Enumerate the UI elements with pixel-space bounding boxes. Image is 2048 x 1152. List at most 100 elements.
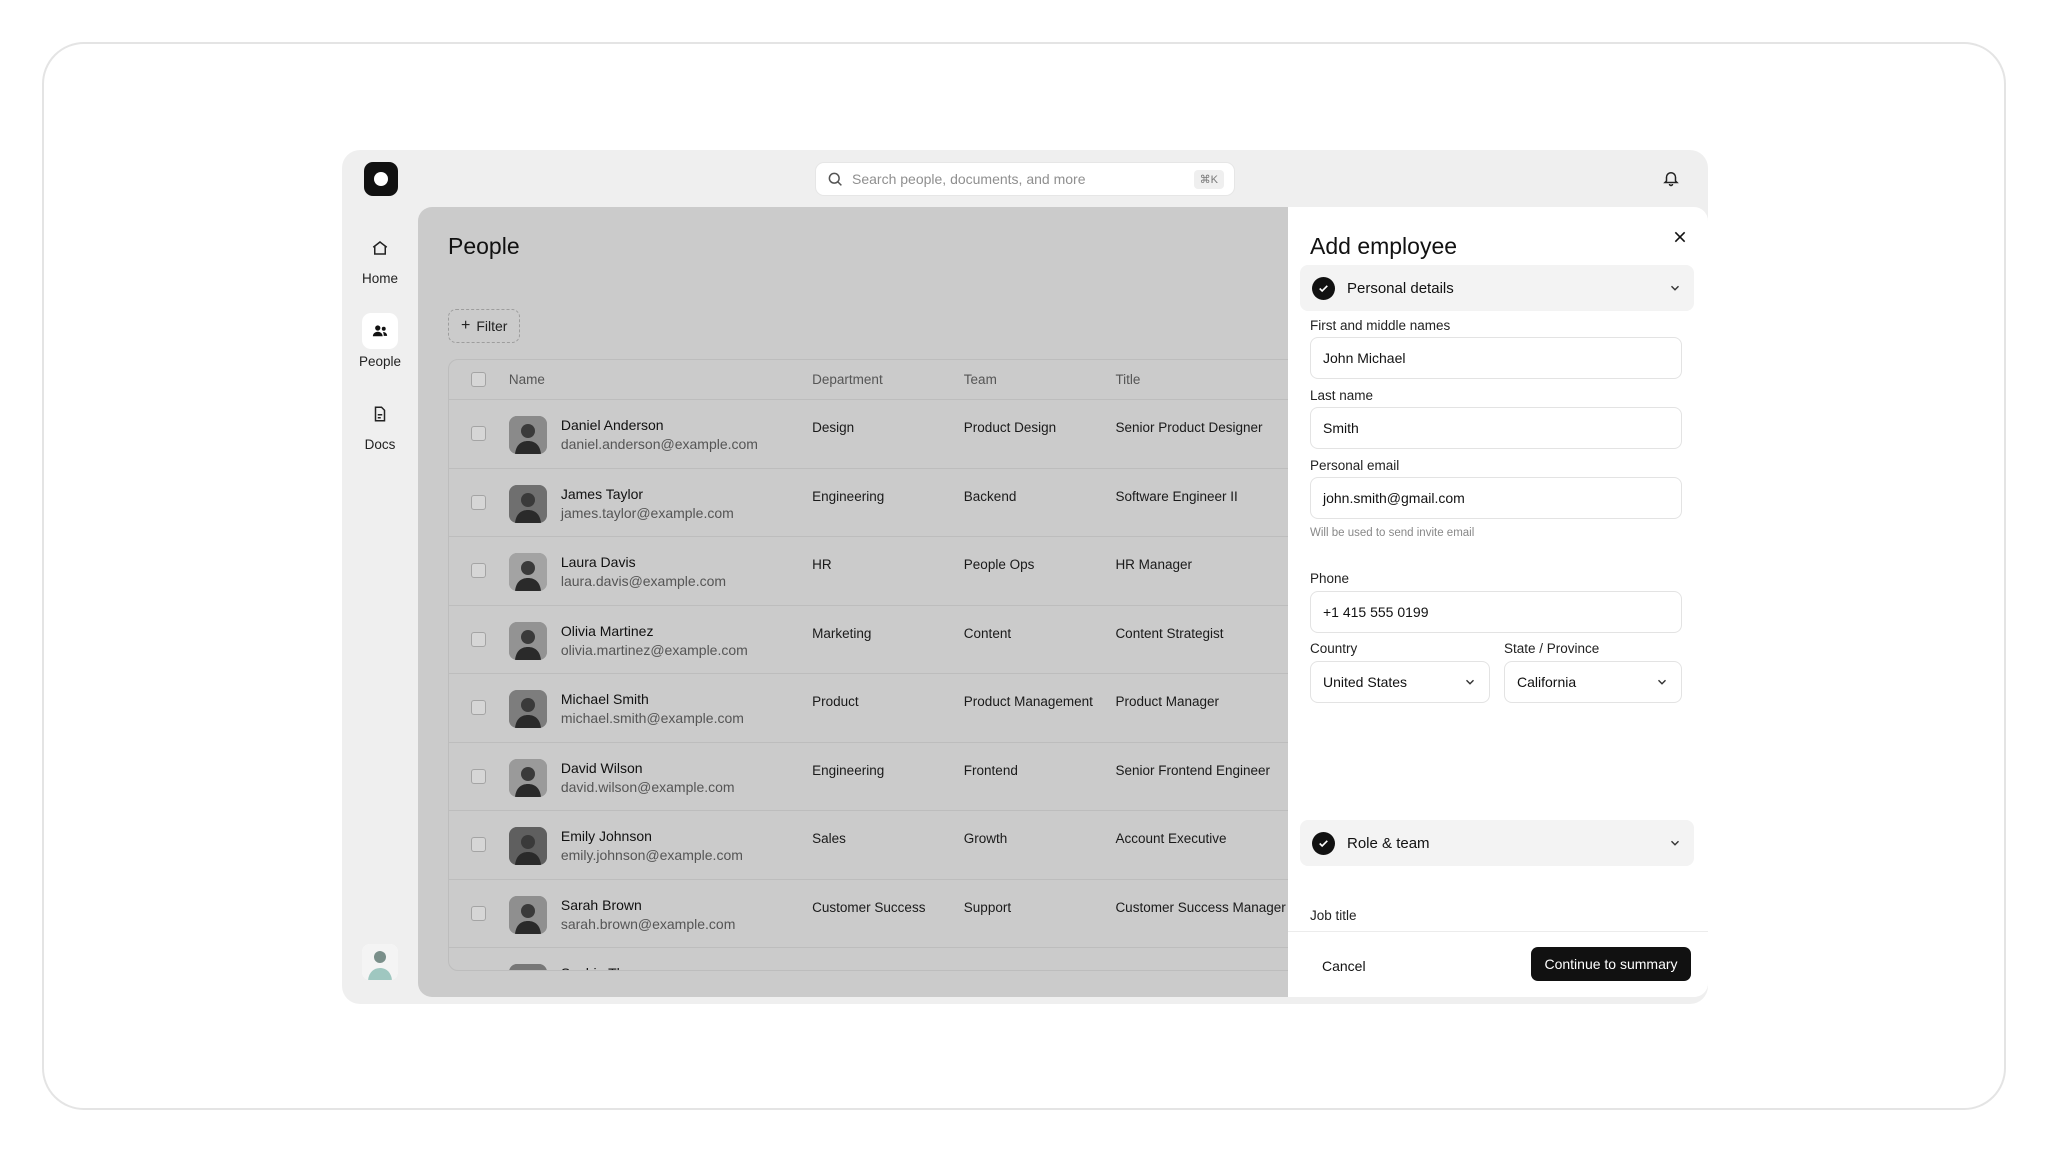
person-title: Customer Success Manager bbox=[1115, 899, 1286, 915]
person-name[interactable]: Sophia Thomas bbox=[561, 964, 659, 970]
search-shortcut-badge: ⌘K bbox=[1193, 169, 1224, 189]
country-select[interactable]: United States bbox=[1310, 661, 1490, 703]
chevron-down-icon bbox=[1671, 840, 1679, 846]
rail-item-people[interactable]: People bbox=[342, 313, 418, 369]
person-avatar bbox=[508, 895, 547, 934]
person-title: Senior Frontend Engineer bbox=[1115, 762, 1271, 778]
filter-label: Filter bbox=[476, 318, 508, 334]
table-row[interactable]: Michael Smith michael.smith@example.com Pr… bbox=[449, 674, 1288, 743]
row-checkbox[interactable] bbox=[471, 700, 487, 715]
person-email: james.taylor@example.com bbox=[560, 504, 734, 521]
add-employee-panel: Add employee Personal details First and … bbox=[1288, 207, 1708, 997]
last-name-input[interactable]: Smith bbox=[1310, 407, 1682, 449]
row-checkbox[interactable] bbox=[471, 426, 487, 441]
person-avatar bbox=[508, 964, 547, 970]
row-checkbox-cell bbox=[449, 469, 509, 510]
table-row[interactable]: Sophia Thomas FinanceAccountingFinancial … bbox=[449, 948, 1288, 970]
logo-dot bbox=[374, 172, 388, 186]
state-select[interactable]: California bbox=[1504, 661, 1682, 703]
row-checkbox[interactable] bbox=[471, 837, 487, 852]
person-team: Frontend bbox=[963, 762, 1018, 778]
person-department: Finance bbox=[812, 948, 964, 970]
column-header-name[interactable]: Name bbox=[509, 372, 812, 387]
person-department: Design bbox=[812, 420, 855, 435]
country-label: Country bbox=[1310, 641, 1358, 656]
continue-to-summary-button[interactable]: Continue to summary bbox=[1531, 947, 1691, 981]
select-all-cell bbox=[449, 372, 509, 387]
person-name[interactable]: David Wilson bbox=[561, 759, 735, 778]
person-avatar bbox=[508, 827, 547, 865]
app-logo[interactable] bbox=[364, 162, 398, 196]
person-team: Content bbox=[963, 625, 1012, 641]
person-text: Sarah Brown sarah.brown@example.com bbox=[561, 896, 736, 934]
search-placeholder: Search people, documents, and more bbox=[852, 171, 1086, 187]
chevron-down-icon bbox=[1466, 679, 1474, 685]
table-row[interactable]: Daniel Anderson daniel.anderson@example.c… bbox=[449, 400, 1288, 469]
section-role-team[interactable]: Role & team bbox=[1300, 820, 1694, 866]
user-avatar-image bbox=[362, 944, 398, 980]
person-name[interactable]: Michael Smith bbox=[561, 690, 744, 709]
person-name[interactable]: Sarah Brown bbox=[561, 896, 736, 915]
person-avatar bbox=[508, 621, 547, 660]
cancel-button[interactable]: Cancel bbox=[1310, 950, 1378, 982]
table-row[interactable]: David Wilson david.wilson@example.com Engi… bbox=[449, 743, 1288, 811]
person-avatar bbox=[508, 484, 547, 523]
job-title-label: Job title bbox=[1310, 908, 1357, 923]
person-text: Laura Davis laura.davis@example.com bbox=[561, 553, 726, 591]
section-personal-label: Personal details bbox=[1347, 279, 1454, 297]
role-complete-check-icon bbox=[1312, 831, 1335, 855]
person-text: Michael Smith michael.smith@example.com bbox=[561, 690, 744, 728]
row-checkbox[interactable] bbox=[471, 768, 487, 784]
phone-input[interactable]: +1 415 555 0199 bbox=[1310, 591, 1682, 633]
close-button[interactable] bbox=[1668, 225, 1692, 249]
person-text: David Wilson david.wilson@example.com bbox=[561, 759, 735, 797]
first-names-label: First and middle names bbox=[1310, 318, 1451, 333]
column-header-department[interactable]: Department bbox=[812, 372, 964, 387]
row-checkbox-cell bbox=[449, 674, 509, 715]
rail-home-label: Home bbox=[361, 271, 398, 286]
table-body: Daniel Anderson daniel.anderson@example.c… bbox=[449, 400, 1288, 970]
person-title: Content Strategist bbox=[1115, 625, 1224, 641]
table-row[interactable]: Sarah Brown sarah.brown@example.com Custom… bbox=[449, 880, 1288, 948]
filter-button[interactable]: + Filter bbox=[448, 309, 521, 343]
person-department: HR bbox=[812, 557, 832, 572]
select-all-checkbox[interactable] bbox=[471, 372, 487, 387]
chevron-down-icon bbox=[1658, 679, 1666, 685]
page-title: People bbox=[448, 233, 520, 259]
row-checkbox[interactable] bbox=[471, 494, 487, 510]
rail-item-home[interactable]: Home bbox=[342, 230, 418, 286]
notifications-button[interactable] bbox=[1659, 166, 1683, 190]
row-person: Michael Smith michael.smith@example.com bbox=[508, 674, 812, 728]
person-team: People Ops bbox=[963, 557, 1035, 572]
column-header-title[interactable]: Title bbox=[1115, 372, 1288, 387]
first-names-input[interactable]: John Michael bbox=[1310, 337, 1682, 379]
person-name[interactable]: Olivia Martinez bbox=[561, 622, 748, 641]
row-person: Emily Johnson emily.johnson@example.com bbox=[508, 811, 812, 865]
section-personal-details[interactable]: Personal details bbox=[1300, 265, 1694, 311]
personal-email-input[interactable]: john.smith@gmail.com bbox=[1310, 477, 1682, 519]
global-search[interactable]: Search people, documents, and more ⌘K bbox=[815, 162, 1235, 196]
person-email: sarah.brown@example.com bbox=[560, 915, 736, 932]
person-name[interactable]: Laura Davis bbox=[561, 553, 726, 572]
person-name[interactable]: Daniel Anderson bbox=[561, 416, 758, 435]
app-window: Search people, documents, and more ⌘K Ho… bbox=[342, 150, 1708, 1004]
search-icon bbox=[828, 172, 842, 186]
person-email: laura.davis@example.com bbox=[560, 573, 727, 589]
person-team: Backend bbox=[963, 488, 1017, 504]
rail-item-docs[interactable]: Docs bbox=[342, 396, 418, 452]
person-name[interactable]: Emily Johnson bbox=[561, 827, 743, 846]
table-row[interactable]: James Taylor james.taylor@example.com Engi… bbox=[449, 469, 1288, 537]
row-checkbox[interactable] bbox=[471, 905, 487, 921]
column-header-team[interactable]: Team bbox=[964, 372, 1116, 387]
table-row[interactable]: Olivia Martinez olivia.martinez@example.c… bbox=[449, 606, 1288, 674]
person-department: Customer Success bbox=[812, 899, 926, 915]
user-avatar[interactable] bbox=[362, 944, 398, 980]
person-name[interactable]: James Taylor bbox=[561, 485, 734, 504]
row-checkbox[interactable] bbox=[471, 631, 487, 647]
person-department: Product bbox=[812, 694, 859, 709]
person-text: Sophia Thomas bbox=[561, 964, 659, 970]
row-checkbox[interactable] bbox=[471, 563, 487, 578]
table-row[interactable]: Emily Johnson emily.johnson@example.com Sa… bbox=[449, 811, 1288, 880]
table-row[interactable]: Laura Davis laura.davis@example.com HR Peop… bbox=[449, 537, 1288, 606]
rail-docs-label: Docs bbox=[364, 437, 396, 452]
